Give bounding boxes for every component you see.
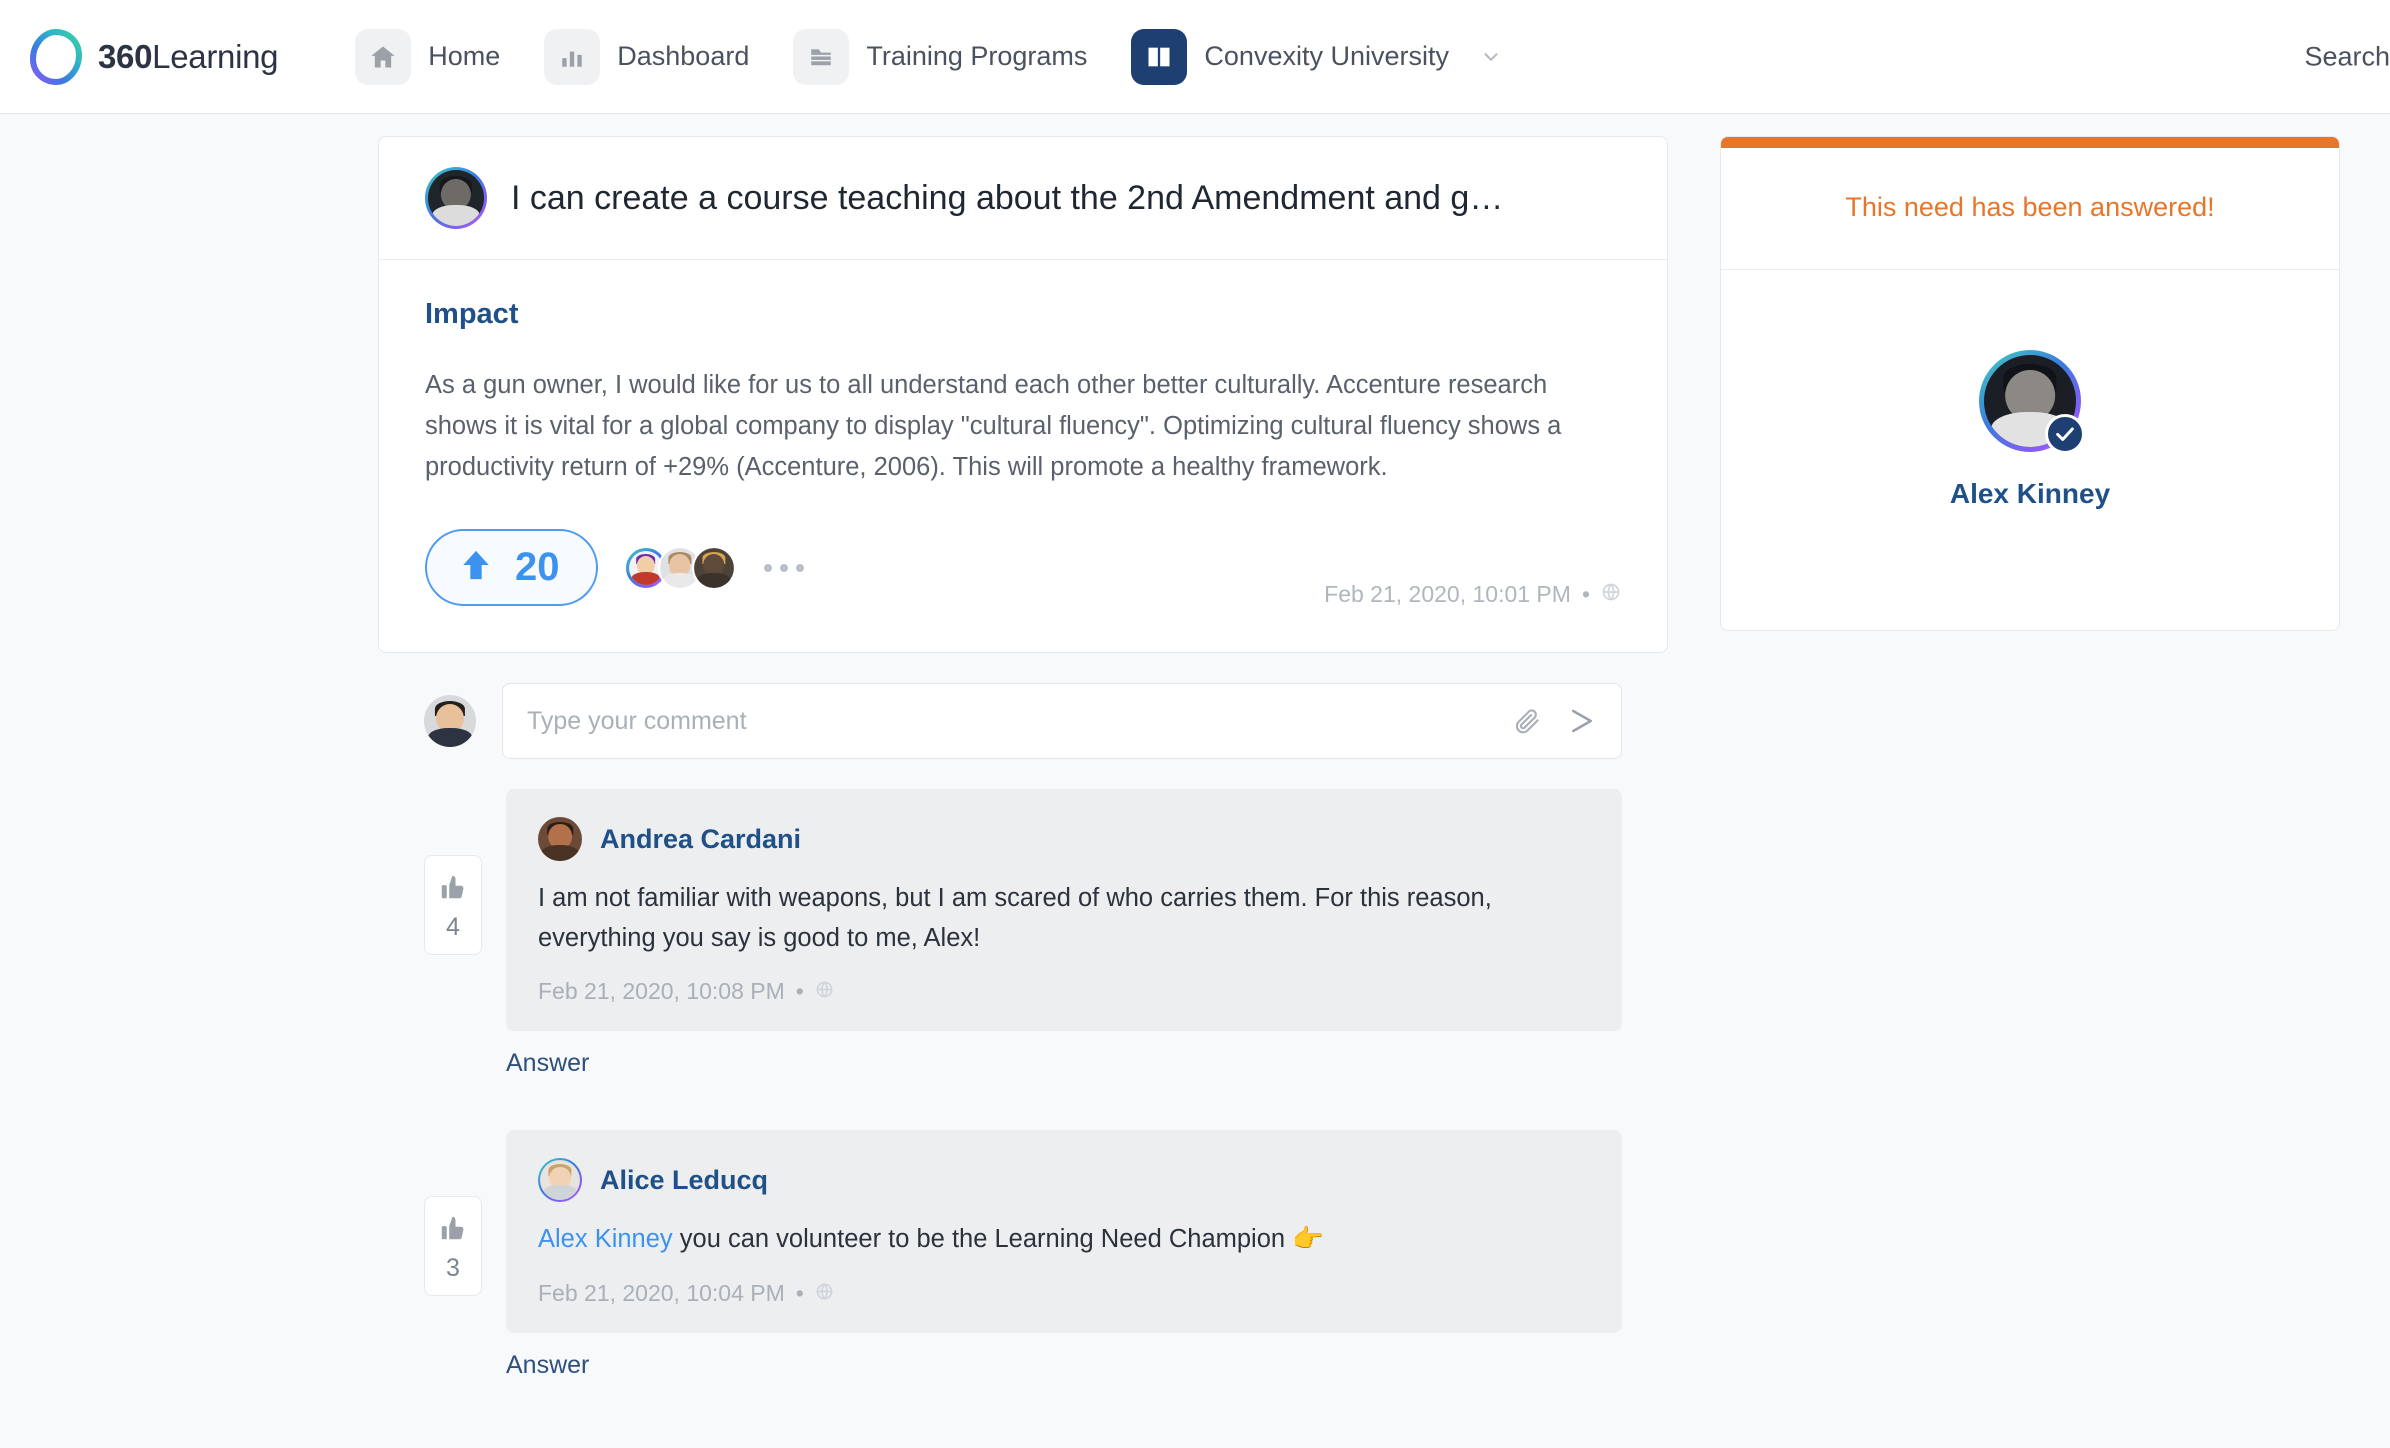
need-author-avatar[interactable] bbox=[425, 167, 487, 229]
comments-section: 4 bbox=[378, 653, 1668, 1422]
comment-answer-link[interactable]: Answer bbox=[506, 1351, 1622, 1380]
book-icon bbox=[1131, 28, 1188, 85]
comment-item: 4 Andrea Cardani I am not familiar with … bbox=[424, 789, 1622, 1120]
comment-item: 3 Alice Leducq Alex Kinney you can volun… bbox=[424, 1130, 1622, 1422]
main-column: I can create a course teaching about the… bbox=[378, 136, 1668, 1448]
status-banner-text: This need has been answered! bbox=[1721, 148, 2339, 270]
upvote-count: 20 bbox=[515, 545, 560, 590]
home-icon bbox=[355, 28, 412, 85]
comment-header: Andrea Cardani bbox=[538, 817, 1590, 862]
brand-logo[interactable]: 360Learning bbox=[28, 28, 279, 85]
upvote-button[interactable]: 20 bbox=[425, 529, 598, 607]
page-body: I can create a course teaching about the… bbox=[0, 114, 2390, 1448]
globe-icon bbox=[1601, 581, 1621, 608]
comment-author-name[interactable]: Alice Leducq bbox=[600, 1165, 768, 1196]
comment-like-count: 3 bbox=[446, 1254, 460, 1283]
nav-label-convexity-university: Convexity University bbox=[1204, 41, 1449, 71]
nav-label-dashboard: Dashboard bbox=[617, 41, 750, 71]
up-arrow-icon bbox=[459, 546, 493, 589]
comment-timestamp: Feb 21, 2020, 10:04 PM • bbox=[538, 1280, 1590, 1307]
comment-timestamp-text: Feb 21, 2020, 10:04 PM bbox=[538, 1279, 785, 1306]
nav-label-home: Home bbox=[428, 41, 501, 71]
impact-section-text: As a gun owner, I would like for us to a… bbox=[425, 371, 1562, 481]
champion-block: Alex Kinney bbox=[1721, 270, 2339, 630]
comment-input[interactable] bbox=[527, 706, 1496, 736]
need-title: I can create a course teaching about the… bbox=[511, 178, 1504, 217]
nav-item-training-programs[interactable]: Training Programs bbox=[793, 28, 1109, 85]
brand-light: Learning bbox=[152, 37, 279, 75]
search-button[interactable]: Search bbox=[2304, 41, 2390, 72]
sidebar-column: This need has been answered! Alex Kinney bbox=[1720, 136, 2340, 1448]
main-nav-items: Home Dashboard Training Programs Convexi… bbox=[355, 28, 1546, 85]
comment-thread: 4 Andrea Cardani I am not familiar with … bbox=[378, 789, 1668, 1422]
comment-text: Alex Kinney you can volunteer to be the … bbox=[538, 1220, 1590, 1260]
globe-icon bbox=[815, 1280, 834, 1307]
globe-icon bbox=[815, 978, 834, 1005]
send-icon[interactable] bbox=[1567, 706, 1597, 736]
paperclip-icon[interactable] bbox=[1514, 708, 1541, 735]
comment-header: Alice Leducq bbox=[538, 1158, 1590, 1203]
comment-input-wrapper[interactable] bbox=[502, 683, 1622, 760]
comment-bubble: Andrea Cardani I am not familiar with we… bbox=[506, 789, 1622, 1032]
voter-avatar-stack[interactable] bbox=[623, 545, 736, 590]
bar-chart-icon bbox=[544, 28, 601, 85]
ellipsis-icon[interactable] bbox=[763, 563, 804, 572]
comment-like-button[interactable]: 4 bbox=[424, 855, 482, 956]
comment-content: Alice Leducq Alex Kinney you can volunte… bbox=[506, 1130, 1622, 1422]
top-navigation-bar: 360Learning Home Dashboard Training Prog… bbox=[0, 0, 2390, 114]
360learning-logo-icon bbox=[28, 28, 84, 85]
brand-bold: 360 bbox=[98, 37, 153, 75]
comment-author-name[interactable]: Andrea Cardani bbox=[600, 824, 801, 855]
need-timestamp-separator: • bbox=[1581, 581, 1590, 608]
folder-icon bbox=[793, 28, 850, 85]
comment-text-body: you can volunteer to be the Learning Nee… bbox=[672, 1225, 1293, 1254]
comment-text: I am not familiar with weapons, but I am… bbox=[538, 884, 1492, 952]
comment-like-count: 4 bbox=[446, 913, 460, 942]
champion-name: Alex Kinney bbox=[1949, 478, 2111, 509]
need-timestamp-text: Feb 21, 2020, 10:01 PM bbox=[1324, 581, 1571, 608]
nav-item-dashboard[interactable]: Dashboard bbox=[544, 28, 771, 85]
pointing-right-emoji-icon: 👉 bbox=[1292, 1225, 1324, 1254]
need-footer: 20 Feb 21, 2020, 10:01 PM • bbox=[379, 487, 1667, 652]
brand-wordmark: 360Learning bbox=[98, 37, 279, 76]
comment-answer-link[interactable]: Answer bbox=[506, 1049, 1622, 1078]
comment-bubble: Alice Leducq Alex Kinney you can volunte… bbox=[506, 1130, 1622, 1333]
need-timestamp: Feb 21, 2020, 10:01 PM • bbox=[1324, 581, 1621, 608]
need-status-card: This need has been answered! Alex Kinney bbox=[1720, 136, 2340, 631]
comment-author-avatar[interactable] bbox=[538, 817, 582, 862]
status-accent-bar bbox=[1721, 137, 2339, 148]
comment-content: Andrea Cardani I am not familiar with we… bbox=[506, 789, 1622, 1120]
comment-like-button[interactable]: 3 bbox=[424, 1196, 482, 1297]
need-header: I can create a course teaching about the… bbox=[379, 137, 1667, 260]
comment-author-avatar[interactable] bbox=[538, 1158, 582, 1203]
champion-avatar-wrapper[interactable] bbox=[1979, 350, 2085, 454]
comment-timestamp-separator: • bbox=[795, 978, 804, 1005]
comment-timestamp: Feb 21, 2020, 10:08 PM • bbox=[538, 978, 1590, 1005]
nav-item-convexity-university[interactable]: Convexity University bbox=[1131, 28, 1524, 85]
comment-composer bbox=[378, 653, 1668, 789]
chevron-down-icon[interactable] bbox=[1480, 46, 1502, 68]
need-body: Impact As a gun owner, I would like for … bbox=[379, 260, 1667, 487]
impact-section-heading: Impact bbox=[425, 298, 519, 330]
current-user-avatar bbox=[424, 695, 476, 748]
thumbs-up-icon bbox=[438, 872, 468, 907]
learning-need-card: I can create a course teaching about the… bbox=[378, 136, 1668, 654]
nav-label-training-programs: Training Programs bbox=[866, 41, 1088, 71]
comment-timestamp-text: Feb 21, 2020, 10:08 PM bbox=[538, 978, 785, 1005]
thumbs-up-icon bbox=[438, 1213, 468, 1248]
check-badge-icon bbox=[2045, 414, 2085, 454]
comment-mention[interactable]: Alex Kinney bbox=[538, 1225, 673, 1253]
voter-avatar-3 bbox=[691, 545, 736, 590]
comment-timestamp-separator: • bbox=[795, 1279, 804, 1306]
nav-item-home[interactable]: Home bbox=[355, 28, 522, 85]
